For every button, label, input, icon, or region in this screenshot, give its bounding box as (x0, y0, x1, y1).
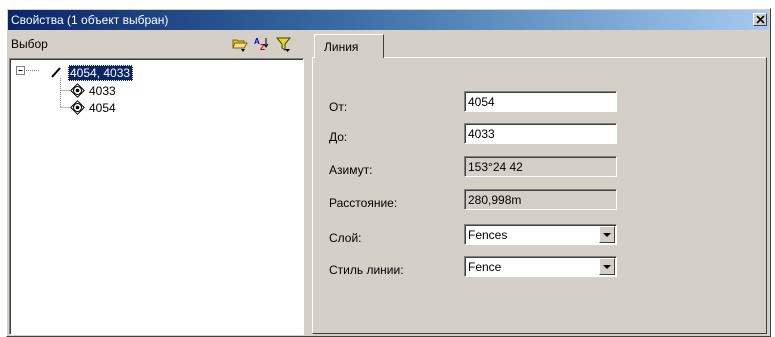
tab-line-label: Линия (324, 40, 359, 54)
tree-item-4054[interactable]: 4054 (89, 101, 116, 115)
from-label: От: (329, 100, 348, 114)
chevron-down-icon (603, 233, 611, 237)
line-properties-panel: От: 4054 До: 4033 Азимут: 153°24 42 Расс… (312, 57, 767, 334)
distance-label: Расстояние: (329, 196, 398, 210)
point-icon (70, 83, 85, 98)
layer-label: Слой: (329, 231, 362, 245)
to-field[interactable]: 4033 (464, 123, 617, 144)
to-label: До: (329, 130, 348, 144)
azimuth-label: Азимут: (329, 163, 373, 177)
line-style-label: Стиль линии: (329, 263, 404, 277)
sort-az-icon[interactable]: A Z (253, 35, 271, 53)
tab-line[interactable]: Линия (314, 34, 384, 58)
chevron-down-icon (603, 265, 611, 269)
tree-root-item[interactable]: 4054, 4033 (68, 65, 134, 81)
window-title: Свойства (1 объект выбран) (11, 13, 169, 27)
close-icon (756, 15, 765, 24)
selection-tree[interactable]: 4054, 4033 4033 4054 (9, 58, 304, 335)
azimuth-field: 153°24 42 (464, 156, 617, 177)
line-icon (51, 67, 61, 78)
from-field[interactable]: 4054 (464, 91, 617, 112)
point-icon (70, 100, 85, 115)
properties-pane: Линия От: 4054 До: 4033 Азимут: 153°24 4… (310, 32, 769, 335)
line-style-select[interactable]: Fence (464, 256, 617, 277)
selection-pane: Выбор A Z 4054, 4033 4033 4054 (9, 32, 304, 335)
distance-field: 280,998m (464, 189, 617, 210)
properties-window: Свойства (1 объект выбран) Выбор A Z 405… (6, 8, 771, 337)
line-style-dropdown-button[interactable] (599, 258, 615, 275)
title-bar[interactable]: Свойства (1 объект выбран) (8, 10, 769, 30)
open-folder-icon[interactable] (231, 35, 249, 53)
line-style-select-value: Fence (468, 260, 502, 274)
layer-select[interactable]: Fences (464, 224, 617, 245)
tree-expand-toggle[interactable] (16, 66, 25, 75)
close-button[interactable] (753, 13, 767, 26)
layer-select-value: Fences (468, 228, 508, 242)
tree-item-4033[interactable]: 4033 (89, 84, 116, 98)
selection-title: Выбор (11, 37, 48, 51)
pane-splitter[interactable] (306, 32, 309, 335)
selection-header: Выбор A Z (9, 32, 304, 56)
layer-dropdown-button[interactable] (599, 226, 615, 243)
filter-icon[interactable] (275, 35, 293, 53)
